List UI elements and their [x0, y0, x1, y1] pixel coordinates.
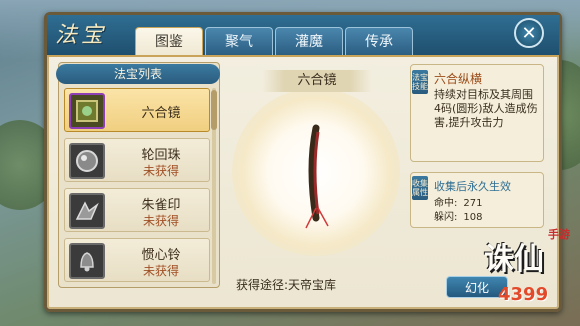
- bird-seal-icon: [69, 193, 105, 229]
- tab-infuse[interactable]: 灌魔: [275, 27, 343, 55]
- list-item[interactable]: 轮回珠 未获得: [64, 138, 210, 182]
- skill-description: 持续对目标及其周围4码(圆形)敌人造成伤害,提升攻击力: [434, 88, 538, 129]
- stat-value: 108: [463, 212, 483, 223]
- skill-name: 六合纵横: [434, 72, 483, 86]
- stat-row: 躲闪: 108: [434, 208, 482, 223]
- item-name: 六合镜: [141, 106, 181, 121]
- panel-title: 法宝: [55, 23, 108, 48]
- artifact-title: 六合镜: [262, 70, 372, 92]
- mirror-artifact-icon: [305, 124, 329, 229]
- item-status: 未获得: [142, 164, 179, 178]
- tab-inherit[interactable]: 传承: [345, 27, 413, 55]
- list-item[interactable]: 惯心铃 未获得: [64, 238, 210, 282]
- logo-sub: 手游: [548, 228, 570, 241]
- item-status: 未获得: [142, 214, 179, 228]
- close-button[interactable]: ✕: [514, 18, 544, 48]
- item-name: 轮回珠: [141, 148, 181, 163]
- skill-tag: 法宝技能: [412, 70, 428, 94]
- item-name: 惯心铃: [141, 248, 181, 263]
- game-logo: 诛仙 手游 4399: [484, 226, 576, 322]
- bonus-tag: 收集属性: [412, 176, 428, 200]
- artifact-preview: [232, 88, 400, 256]
- header-bar: 法宝 图鉴 聚气 灌魔 传承: [47, 15, 559, 57]
- item-name: 朱雀印: [141, 198, 181, 213]
- item-status: 未获得: [142, 264, 179, 278]
- tab-gather[interactable]: 聚气: [205, 27, 273, 55]
- stat-label: 躲闪:: [434, 212, 458, 223]
- list-item[interactable]: 朱雀印 未获得: [64, 188, 210, 232]
- logo-main: 诛仙: [484, 242, 544, 277]
- list-title: 法宝列表: [56, 64, 220, 84]
- mirror-icon: [69, 93, 105, 129]
- source-label: 获得途径:天帝宝库: [236, 278, 337, 292]
- list-item[interactable]: 六合镜: [64, 88, 210, 132]
- scroll-thumb[interactable]: [211, 90, 217, 130]
- tab-catalog[interactable]: 图鉴: [135, 27, 203, 55]
- bonus-title: 收集后永久生效: [434, 180, 511, 193]
- bell-icon: [69, 243, 105, 279]
- logo-num: 4399: [498, 284, 549, 305]
- close-icon: ✕: [521, 23, 537, 44]
- stat-row: 命中: 271: [434, 194, 482, 209]
- orb-icon: [69, 143, 105, 179]
